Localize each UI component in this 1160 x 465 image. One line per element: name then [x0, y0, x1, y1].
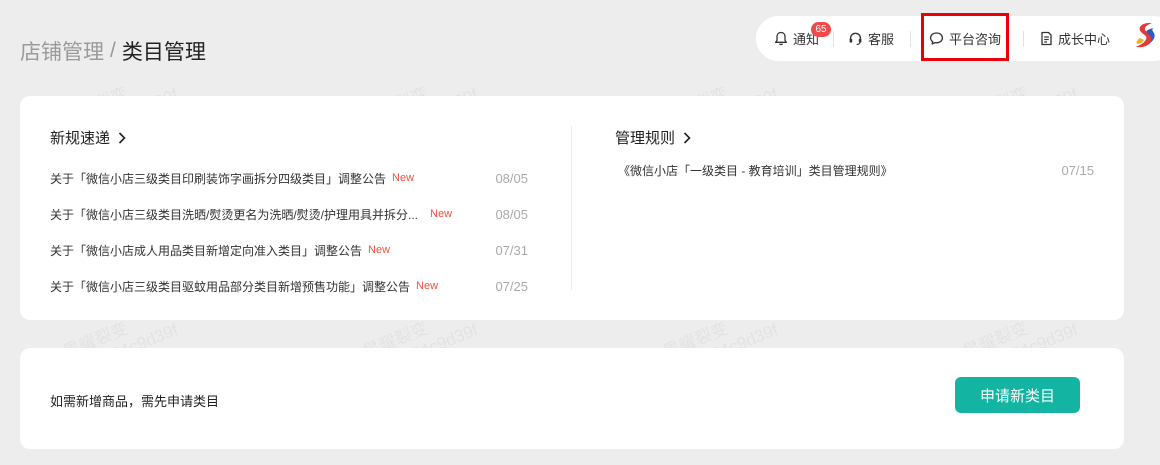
news-item-date: 07/25	[495, 278, 528, 294]
apply-new-category-button[interactable]: 申请新类目	[955, 377, 1080, 413]
rule-item-title: 《微信小店「一级类目 - 教育培训」类目管理规则》	[618, 163, 893, 178]
news-section-title-text: 新规速递	[50, 130, 111, 147]
rule-item-date: 07/15	[1061, 162, 1094, 178]
news-item-title: 关于「微信小店三级类目印刷装饰字画拆分四级类目」调整公告	[50, 171, 387, 186]
news-item-title: 关于「微信小店三级类目洗晒/熨烫更名为洗晒/熨烫/护理用具并拆分...	[50, 207, 419, 222]
news-item-title: 关于「微信小店三级类目驱蚊用品部分类目新增预售功能」调整公告	[50, 279, 411, 294]
notify-button[interactable]: 通知 65	[756, 16, 833, 61]
breadcrumb: 店铺管理 / 类目管理	[20, 36, 206, 66]
rules-list: 《微信小店「一级类目 - 教育培训」类目管理规则》 07/15	[618, 160, 1094, 180]
news-item-date: 07/31	[495, 242, 528, 258]
chat-bubble-icon	[929, 32, 944, 45]
rule-item[interactable]: 《微信小店「一级类目 - 教育培训」类目管理规则》 07/15	[618, 160, 1094, 180]
new-tag: New	[368, 244, 391, 256]
service-button[interactable]: 客服	[834, 16, 910, 61]
page-title: 类目管理	[121, 41, 206, 64]
news-item[interactable]: 关于「微信小店成人用品类目新增定向准入类目」调整公告 New 07/31	[50, 232, 528, 268]
breadcrumb-parent-link[interactable]: 店铺管理	[20, 36, 104, 66]
growth-center-label: 成长中心	[1058, 32, 1111, 47]
news-item-date: 08/05	[495, 170, 528, 186]
chevron-right-icon	[683, 131, 691, 144]
new-tag: New	[416, 280, 439, 292]
brand-logo-icon	[1136, 22, 1156, 48]
service-label: 客服	[868, 32, 895, 47]
platform-consult-label: 平台咨询	[949, 32, 1002, 47]
column-divider	[571, 126, 572, 290]
news-item[interactable]: 关于「微信小店三级类目驱蚊用品部分类目新增预售功能」调整公告 New 07/25	[50, 268, 528, 304]
new-tag: New	[430, 208, 453, 220]
new-tag: New	[392, 172, 415, 184]
rules-section-title[interactable]: 管理规则	[615, 127, 691, 148]
announcements-card: 新规速递 关于「微信小店三级类目印刷装饰字画拆分四级类目」调整公告 New 08…	[20, 96, 1124, 320]
news-item[interactable]: 关于「微信小店三级类目洗晒/熨烫更名为洗晒/熨烫/护理用具并拆分... New …	[50, 196, 528, 232]
breadcrumb-separator: /	[110, 39, 116, 62]
headset-icon	[849, 32, 862, 45]
news-item-title: 关于「微信小店成人用品类目新增定向准入类目」调整公告	[50, 243, 363, 258]
platform-consult-button[interactable]: 平台咨询	[911, 16, 1023, 61]
growth-center-button[interactable]: 成长中心	[1024, 16, 1126, 61]
apply-category-card: 如需新增商品，需先申请类目 申请新类目	[20, 348, 1124, 449]
brand-logo[interactable]	[1132, 20, 1158, 57]
apply-hint-text: 如需新增商品，需先申请类目	[50, 394, 220, 409]
news-list: 关于「微信小店三级类目印刷装饰字画拆分四级类目」调整公告 New 08/05 关…	[50, 160, 528, 304]
news-section-title[interactable]: 新规速递	[50, 127, 126, 148]
document-icon	[1041, 31, 1052, 46]
news-item[interactable]: 关于「微信小店三级类目印刷装饰字画拆分四级类目」调整公告 New 08/05	[50, 160, 528, 196]
news-item-date: 08/05	[495, 206, 528, 222]
page: 星耀裂变wx5c911adf34c9d39f 星耀裂变wx5c911adf34c…	[0, 0, 1160, 465]
top-toolbar: 通知 65 客服 平台咨询 成长中心	[756, 16, 1160, 61]
notify-count-badge: 65	[811, 22, 831, 37]
chevron-right-icon	[118, 131, 126, 144]
rules-section-title-text: 管理规则	[615, 130, 676, 147]
bell-icon	[774, 31, 788, 46]
